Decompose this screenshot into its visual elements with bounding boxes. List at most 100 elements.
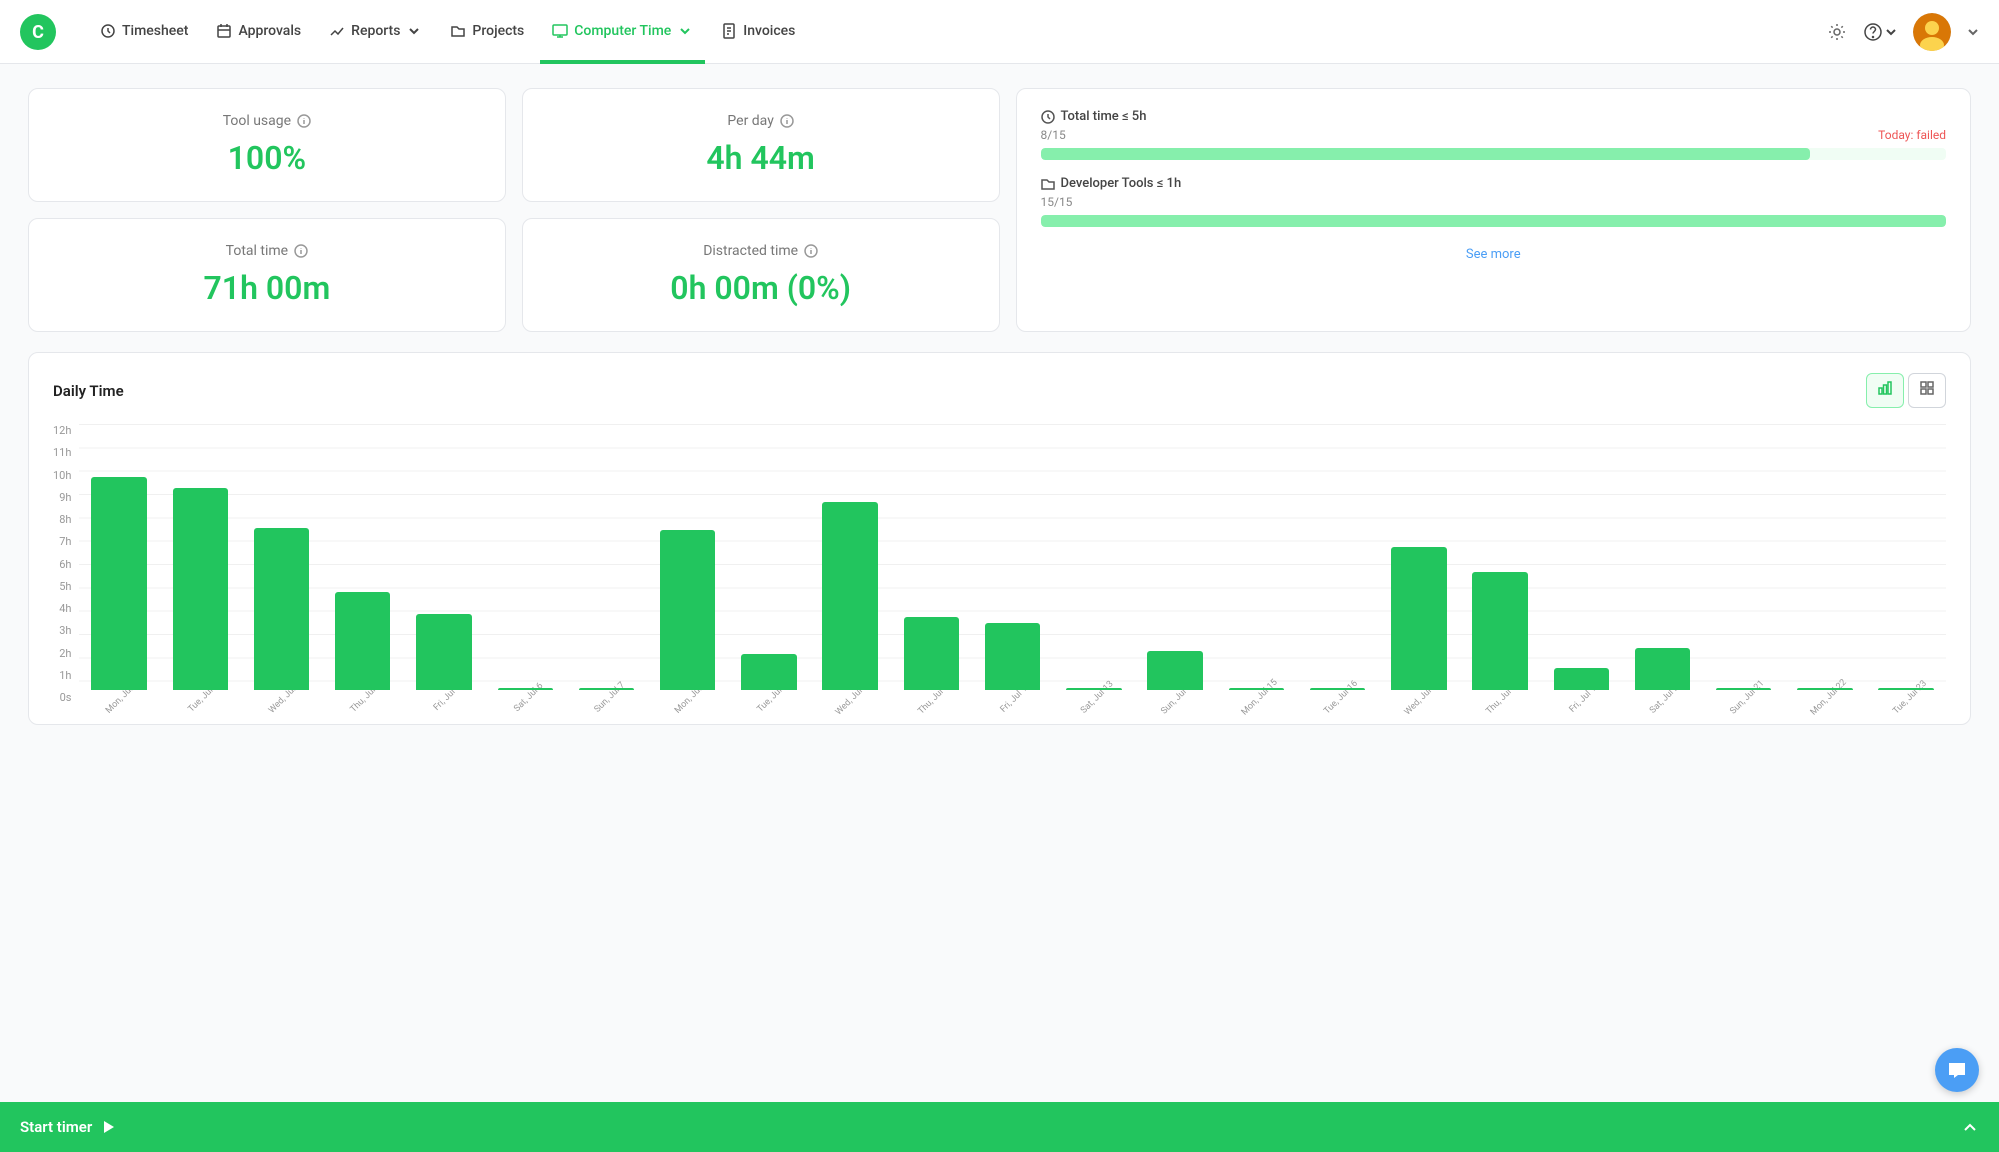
tool-usage-value: 100% — [228, 139, 306, 177]
stat-card-per-day: Per day 4h 44m — [522, 88, 1000, 202]
bar-12 — [1066, 688, 1121, 690]
info-icon-tool-usage[interactable] — [297, 114, 311, 128]
bar-group-21[interactable]: Mon, Jul 22 — [1785, 688, 1864, 704]
chat-icon — [1947, 1060, 1967, 1080]
bar-group-20[interactable]: Sun, Jul 21 — [1704, 688, 1783, 704]
info-icon-distracted[interactable] — [804, 244, 818, 258]
bar-2 — [254, 528, 309, 690]
y-label-12h: 12h — [53, 424, 71, 437]
chevron-down-icon — [406, 23, 422, 39]
bar-group-10[interactable]: Thu, Jul 11 — [892, 617, 971, 704]
y-label-4h: 4h — [59, 602, 71, 615]
nav-item-approvals[interactable]: Approvals — [204, 0, 313, 64]
rule-2-bar-fill — [1041, 215, 1947, 227]
question-icon — [1863, 22, 1883, 42]
bar-chart-icon — [1877, 380, 1893, 396]
bar-9 — [822, 502, 877, 690]
see-more-link[interactable]: See more — [1466, 247, 1521, 262]
bar-group-7[interactable]: Mon, Jul 8 — [648, 530, 727, 704]
svg-text:C: C — [32, 22, 44, 43]
chart-header: Daily Time — [53, 373, 1946, 408]
rule-row-2: Developer Tools ≤ 1h 15/15 — [1041, 176, 1947, 227]
nav-item-invoices[interactable]: Invoices — [709, 0, 807, 64]
bar-group-16[interactable]: Wed, Jul 17 — [1379, 547, 1458, 704]
bar-group-11[interactable]: Fri, Jul 12 — [973, 623, 1052, 704]
bar-group-1[interactable]: Tue, Jul 2 — [161, 488, 240, 704]
bar-19 — [1635, 648, 1690, 690]
rule-row-1: Total time ≤ 5h 8/15 Today: failed — [1041, 109, 1947, 160]
total-time-label: Total time — [226, 243, 308, 259]
bar-13 — [1147, 651, 1202, 690]
bar-label-5: Sat, Jul 6 — [512, 681, 545, 714]
bar-17 — [1472, 572, 1527, 690]
bottom-bar[interactable]: Start timer — [0, 1102, 1999, 1152]
bar-11 — [985, 623, 1040, 690]
bar-18 — [1554, 668, 1609, 690]
bar-chart-container: 12h 11h 10h 9h 8h 7h 6h 5h 4h 3h 2h 1h 0… — [53, 424, 1946, 704]
info-icon-per-day[interactable] — [780, 114, 794, 128]
nav-right — [1827, 13, 1979, 51]
y-label-11h: 11h — [53, 446, 71, 459]
bar-0 — [91, 477, 146, 690]
bar-10 — [904, 617, 959, 690]
y-axis: 12h 11h 10h 9h 8h 7h 6h 5h 4h 3h 2h 1h 0… — [53, 424, 79, 704]
bar-group-9[interactable]: Wed, Jul 10 — [811, 502, 890, 704]
tool-usage-label: Tool usage — [223, 113, 311, 129]
nav-label-computer-time: Computer Time — [574, 23, 671, 39]
play-icon — [100, 1119, 116, 1135]
chevron-up-icon[interactable] — [1961, 1118, 1979, 1136]
chart-title: Daily Time — [53, 382, 124, 400]
avatar-dropdown-icon[interactable] — [1967, 26, 1979, 38]
bar-chart-button[interactable] — [1866, 373, 1904, 408]
chevron-down-help-icon — [1885, 26, 1897, 38]
logo[interactable]: C — [20, 14, 56, 50]
bar-label-12: Sat, Jul 13 — [1079, 679, 1116, 716]
bar-group-2[interactable]: Wed, Jul 3 — [242, 528, 321, 704]
info-icon-total-time[interactable] — [294, 244, 308, 258]
bar-group-17[interactable]: Thu, Jul 18 — [1460, 572, 1539, 704]
rule-1-subtitle: 8/15 Today: failed — [1041, 128, 1947, 142]
nav-item-projects[interactable]: Projects — [438, 0, 536, 64]
bar-group-19[interactable]: Sat, Jul 20 — [1623, 648, 1702, 704]
y-label-0s: 0s — [60, 691, 72, 704]
bar-group-14[interactable]: Mon, Jul 15 — [1217, 688, 1296, 704]
bar-group-8[interactable]: Tue, Jul 9 — [729, 654, 808, 704]
bar-group-5[interactable]: Sat, Jul 6 — [486, 688, 565, 704]
bar-1 — [173, 488, 228, 690]
bar-group-12[interactable]: Sat, Jul 13 — [1054, 688, 1133, 704]
chat-bubble[interactable] — [1935, 1048, 1979, 1092]
help-button[interactable] — [1863, 22, 1897, 42]
avatar[interactable] — [1913, 13, 1951, 51]
nav-item-computer-time[interactable]: Computer Time — [540, 0, 705, 64]
nav-item-timesheet[interactable]: Timesheet — [88, 0, 200, 64]
nav-item-reports[interactable]: Reports — [317, 0, 434, 64]
nav-label-approvals: Approvals — [238, 23, 301, 39]
stat-col-left: Tool usage 100% Total time 71h 00m — [28, 88, 506, 332]
y-label-2h: 2h — [59, 647, 71, 660]
bar-15 — [1310, 688, 1365, 690]
grid-chart-button[interactable] — [1908, 373, 1946, 408]
rule-1-bar-bg — [1041, 148, 1947, 160]
bar-group-6[interactable]: Sun, Jul 7 — [567, 688, 646, 704]
bar-group-13[interactable]: Sun, Jul 14 — [1135, 651, 1214, 704]
stats-grid: Tool usage 100% Total time 71h 00m Per d… — [28, 88, 1971, 332]
settings-button[interactable] — [1827, 22, 1847, 42]
bar-group-18[interactable]: Fri, Jul 19 — [1542, 668, 1621, 704]
y-label-3h: 3h — [59, 624, 71, 637]
y-label-7h: 7h — [59, 535, 71, 548]
bar-group-4[interactable]: Fri, Jul 5 — [404, 614, 483, 704]
y-label-9h: 9h — [59, 491, 71, 504]
rule-1-bar-fill — [1041, 148, 1811, 160]
per-day-value: 4h 44m — [706, 139, 814, 177]
bar-label-21: Mon, Jul 22 — [1809, 678, 1849, 718]
bar-label-15: Tue, Jul 16 — [1322, 679, 1360, 717]
bar-14 — [1229, 688, 1284, 690]
chart-section: Daily Time 12h 11h 10h 9h — [28, 352, 1971, 725]
bar-group-22[interactable]: Tue, Jul 23 — [1867, 688, 1946, 704]
nav-label-timesheet: Timesheet — [122, 23, 188, 39]
bar-group-0[interactable]: Mon, Jul 1 — [79, 477, 158, 704]
y-label-1h: 1h — [59, 669, 71, 682]
bar-group-3[interactable]: Thu, Jul 4 — [323, 592, 402, 704]
bar-group-15[interactable]: Tue, Jul 16 — [1298, 688, 1377, 704]
y-label-5h: 5h — [59, 580, 71, 593]
